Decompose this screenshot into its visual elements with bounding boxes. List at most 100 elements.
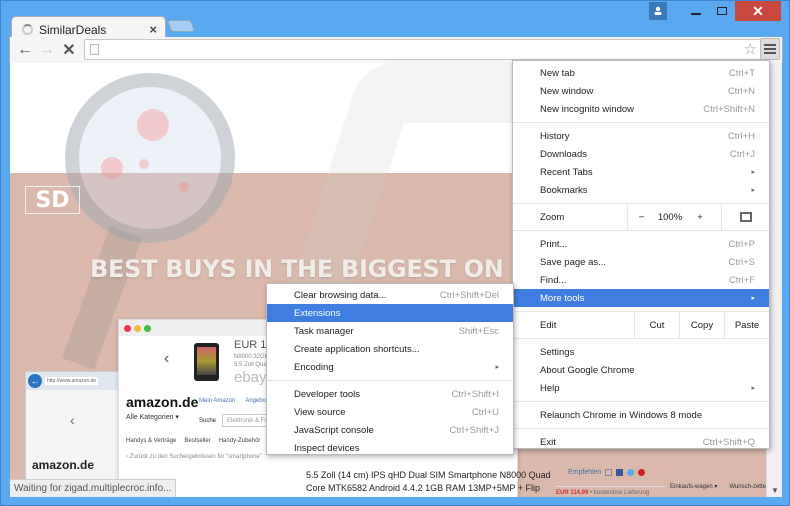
hamburger-icon — [764, 44, 776, 46]
zoom-in-button[interactable]: + — [685, 204, 715, 230]
copy-button[interactable]: Copy — [679, 312, 724, 338]
menu-item-label: Print... — [540, 238, 568, 250]
menu-item-clear-browsing-data[interactable]: Clear browsing data... Ctrl+Shift+Del — [267, 286, 513, 304]
menu-item-about-chrome[interactable]: About Google Chrome — [513, 361, 769, 379]
menu-item-view-source[interactable]: View source Ctrl+U — [267, 403, 513, 421]
watermark-dot — [137, 109, 169, 141]
bookmark-star-icon[interactable]: ☆ — [744, 40, 757, 58]
menu-separator — [513, 428, 769, 429]
menu-item-new-tab[interactable]: New tab Ctrl+T — [513, 64, 769, 82]
ie-url: http://www.amazon.de — [45, 377, 99, 385]
watermark-dot — [101, 157, 123, 179]
menu-shortcut: Ctrl+Shift+N — [703, 103, 755, 115]
zoom-label: Zoom — [540, 211, 565, 223]
status-bubble: Waiting for zigad.multiplecroc.info... — [10, 479, 177, 497]
cart-area: Einkaufs-wagen ▾ Wunsch-zettel ▾ — [670, 483, 772, 490]
menu-item-help[interactable]: Help ▸ — [513, 379, 769, 397]
menu-item-encoding[interactable]: Encoding ▸ — [267, 358, 513, 376]
chrome-main-menu: New tab Ctrl+T New window Ctrl+N New incog… — [512, 60, 770, 449]
menu-item-settings[interactable]: Settings — [513, 343, 769, 361]
menu-shortcut: Ctrl+Shift+Del — [439, 289, 499, 301]
menu-item-new-incognito-window[interactable]: New incognito window Ctrl+Shift+N — [513, 100, 769, 118]
menu-item-label: Encoding — [294, 361, 334, 373]
menu-item-exit[interactable]: Exit Ctrl+Shift+Q — [513, 433, 769, 451]
menu-item-recent-tabs[interactable]: Recent Tabs ▸ — [513, 163, 769, 181]
page-icon — [90, 44, 99, 55]
ie-amazon-logo: amazon.de — [32, 458, 95, 472]
fullscreen-button[interactable] — [721, 204, 769, 230]
price2-value: EUR 114,99 — [556, 490, 589, 496]
menu-item-print[interactable]: Print... Ctrl+P — [513, 235, 769, 253]
menu-item-label: Bookmarks — [540, 184, 588, 196]
menu-item-label: Settings — [540, 346, 575, 358]
submenu-arrow-icon: ▸ — [751, 187, 755, 194]
menu-item-history[interactable]: History Ctrl+H — [513, 127, 769, 145]
site-logo[interactable]: SD — [25, 186, 80, 214]
menu-item-new-window[interactable]: New window Ctrl+N — [513, 82, 769, 100]
minimize-button[interactable] — [683, 1, 709, 21]
menu-item-label: History — [540, 130, 570, 142]
maximize-button[interactable] — [709, 1, 735, 21]
menu-shortcut: Ctrl+T — [728, 67, 755, 79]
menu-item-developer-tools[interactable]: Developer tools Ctrl+Shift+I — [267, 385, 513, 403]
price-box: EUR 114,99 • kostenlose Lieferung — [556, 486, 666, 496]
carousel-prev-icon: ‹ — [164, 350, 170, 367]
stop-button[interactable]: ✕ — [58, 40, 80, 60]
tab-close-button[interactable]: × — [149, 22, 157, 37]
price2-note: • kostenlose Lieferung — [590, 490, 650, 496]
chrome-menu-button[interactable] — [760, 38, 780, 60]
menu-shortcut: Ctrl+N — [727, 85, 755, 97]
amazon-categories: Alle Kategorien ▾ — [126, 414, 179, 421]
forward-button[interactable]: → — [36, 41, 58, 59]
menu-item-save-page-as[interactable]: Save page as... Ctrl+S — [513, 253, 769, 271]
amazon-nav-item: Handy-Zubehör — [218, 438, 261, 444]
menu-item-bookmarks[interactable]: Bookmarks ▸ — [513, 181, 769, 199]
address-bar[interactable]: ☆ — [84, 39, 764, 60]
hamburger-line — [764, 48, 776, 50]
menu-item-find[interactable]: Find... Ctrl+F — [513, 271, 769, 289]
menu-item-extensions[interactable]: Extensions — [267, 304, 513, 322]
window-controls: ✕ — [649, 1, 781, 21]
menu-item-label: Developer tools — [294, 388, 361, 400]
mac-max-dot — [144, 324, 151, 332]
user-profile-button[interactable] — [649, 2, 667, 20]
watermark-dot — [179, 182, 189, 192]
close-window-button[interactable]: ✕ — [735, 1, 781, 21]
menu-shortcut: Ctrl+Shift+I — [451, 388, 499, 400]
menu-item-create-app-shortcuts[interactable]: Create application shortcuts... — [267, 340, 513, 358]
cut-button[interactable]: Cut — [634, 312, 679, 338]
zoom-out-button[interactable]: − — [627, 204, 655, 230]
new-tab-button[interactable] — [166, 20, 196, 32]
menu-separator — [513, 401, 769, 402]
menu-item-label: Help — [540, 382, 560, 394]
menu-item-inspect-devices[interactable]: Inspect devices — [267, 439, 513, 457]
back-button[interactable]: ← — [14, 41, 36, 59]
share-label: Empfehlen — [568, 469, 602, 476]
menu-item-label: More tools — [540, 292, 585, 304]
menu-item-label: Find... — [540, 274, 567, 286]
menu-shortcut: Ctrl+Shift+J — [449, 424, 499, 436]
edit-row: Edit Cut Copy Paste — [513, 311, 769, 339]
menu-item-label: View source — [294, 406, 346, 418]
menu-item-relaunch-windows8[interactable]: Relaunch Chrome in Windows 8 mode — [513, 406, 769, 424]
menu-item-label: Inspect devices — [294, 442, 360, 454]
menu-item-downloads[interactable]: Downloads Ctrl+J — [513, 145, 769, 163]
ie-prev-icon: ‹ — [70, 412, 75, 428]
menu-item-javascript-console[interactable]: JavaScript console Ctrl+Shift+J — [267, 421, 513, 439]
menu-item-task-manager[interactable]: Task manager Shift+Esc — [267, 322, 513, 340]
menu-item-label: Extensions — [294, 307, 341, 319]
amazon-nav-item: Handys & Verträge — [126, 438, 177, 444]
menu-item-label: New tab — [540, 67, 575, 79]
menu-item-more-tools[interactable]: More tools ▸ — [513, 289, 769, 307]
menu-item-label: New window — [540, 85, 594, 97]
menu-item-label: Exit — [540, 436, 556, 448]
scroll-down-arrow-icon[interactable]: ▼ — [771, 486, 779, 495]
amazon-search-label: Suche — [199, 417, 217, 424]
menu-shortcut: Ctrl+H — [727, 130, 755, 142]
facebook-icon — [616, 469, 624, 476]
menu-shortcut: Ctrl+Shift+Q — [702, 436, 755, 448]
menu-item-label: Create application shortcuts... — [294, 343, 420, 355]
amazon-link: Mein Amazon — [199, 398, 236, 404]
submenu-arrow-icon: ▸ — [751, 169, 755, 176]
paste-button[interactable]: Paste — [724, 312, 769, 338]
